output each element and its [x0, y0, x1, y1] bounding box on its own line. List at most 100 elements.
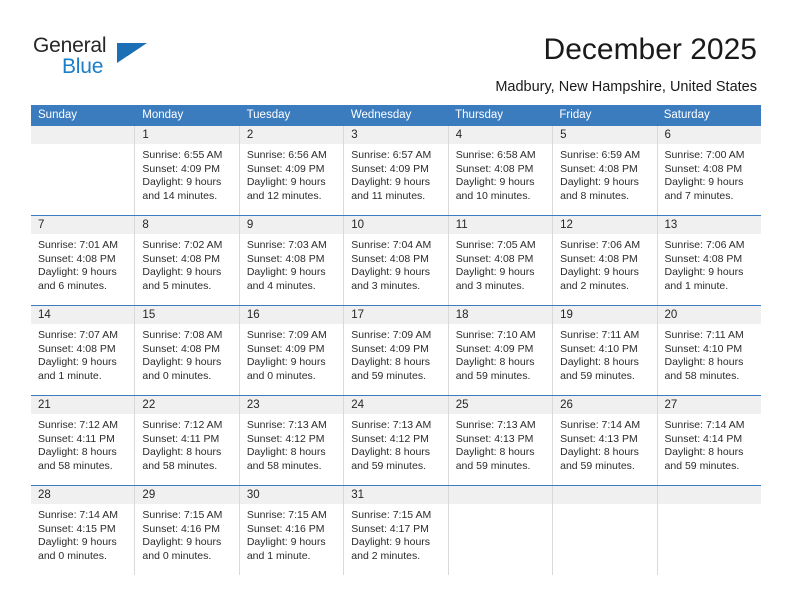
day-number: 4 — [448, 126, 553, 144]
daylight-text-line1: Daylight: 8 hours — [664, 446, 744, 458]
daylight-text-line1: Daylight: 9 hours — [38, 266, 117, 278]
day-number: 16 — [239, 306, 344, 324]
calendar-day-cell[interactable]: 6 Sunrise: 7:00 AM Sunset: 4:08 PM Daylight… — [657, 126, 761, 215]
calendar-day-cell[interactable]: 8 Sunrise: 7:02 AM Sunset: 4:08 PM Daylight… — [135, 216, 240, 305]
day-details: Sunrise: 7:09 AM Sunset: 4:09 PM Daylight:… — [344, 324, 447, 383]
weekday-header-wednesday: Wednesday — [350, 109, 412, 121]
daylight-text-line2: and 2 minutes. — [560, 279, 629, 292]
daylight-text-line1: Daylight: 8 hours — [142, 446, 222, 458]
sunrise-text: Sunrise: 6:57 AM — [351, 149, 432, 161]
day-number: 27 — [657, 396, 761, 414]
calendar-day-cell[interactable]: 22 Sunrise: 7:12 AM Sunset: 4:11 PM Dayligh… — [135, 396, 240, 485]
daylight-text-line1: Daylight: 9 hours — [455, 176, 535, 188]
day-details: Sunrise: 7:01 AM Sunset: 4:08 PM Daylight:… — [31, 234, 134, 293]
calendar-day-cell[interactable]: 20 Sunrise: 7:11 AM Sunset: 4:10 PM Dayligh… — [657, 306, 761, 395]
calendar-day-cell[interactable]: 28 Sunrise: 7:14 AM Sunset: 4:15 PM Dayligh… — [31, 486, 136, 575]
day-details: Sunrise: 7:07 AM Sunset: 4:08 PM Daylight:… — [31, 324, 134, 383]
weekday-header-row: Sunday Monday Tuesday Wednesday Thursday… — [31, 105, 761, 126]
daylight-text-line2: and 14 minutes. — [142, 189, 218, 202]
calendar-day-cell[interactable]: 29 Sunrise: 7:15 AM Sunset: 4:16 PM Dayligh… — [135, 486, 240, 575]
sunrise-text: Sunrise: 7:11 AM — [664, 329, 744, 341]
daylight-text-line2: and 59 minutes. — [560, 459, 635, 472]
day-details: Sunrise: 7:15 AM Sunset: 4:16 PM Daylight:… — [135, 504, 238, 563]
calendar-day-cell[interactable]: 13 Sunrise: 7:06 AM Sunset: 4:08 PM Dayligh… — [657, 216, 761, 305]
sunrise-text: Sunrise: 7:06 AM — [560, 239, 641, 251]
day-details: Sunrise: 6:58 AM Sunset: 4:08 PM Daylight:… — [449, 144, 552, 203]
calendar-day-cell[interactable]: 10 Sunrise: 7:04 AM Sunset: 4:08 PM Dayligh… — [344, 216, 449, 305]
day-number: 23 — [239, 396, 344, 414]
day-details: Sunrise: 7:00 AM Sunset: 4:08 PM Daylight:… — [658, 144, 761, 203]
calendar-day-cell[interactable]: 18 Sunrise: 7:10 AM Sunset: 4:09 PM Dayligh… — [448, 306, 554, 395]
calendar-day-cell[interactable]: 1 Sunrise: 6:55 AM Sunset: 4:09 PM Daylight… — [135, 126, 240, 215]
day-details: Sunrise: 7:12 AM Sunset: 4:11 PM Daylight:… — [31, 414, 134, 473]
calendar-day-cell[interactable]: 4 Sunrise: 6:58 AM Sunset: 4:08 PM Daylight… — [448, 126, 554, 215]
sunrise-text: Sunrise: 7:09 AM — [351, 329, 432, 341]
calendar-day-cell[interactable]: 30 Sunrise: 7:15 AM Sunset: 4:16 PM Dayligh… — [239, 486, 345, 575]
calendar-day-cell[interactable]: 25 Sunrise: 7:13 AM Sunset: 4:13 PM Dayligh… — [448, 396, 554, 485]
calendar-day-cell[interactable]: 17 Sunrise: 7:09 AM Sunset: 4:09 PM Dayligh… — [344, 306, 449, 395]
calendar-day-cell[interactable]: 7 Sunrise: 7:01 AM Sunset: 4:08 PM Daylight… — [31, 216, 136, 305]
daylight-text-line1: Daylight: 9 hours — [560, 266, 639, 278]
calendar-day-cell[interactable]: 11 Sunrise: 7:05 AM Sunset: 4:08 PM Dayligh… — [448, 216, 554, 305]
calendar-day-cell[interactable]: 26 Sunrise: 7:14 AM Sunset: 4:13 PM Dayligh… — [553, 396, 658, 485]
calendar-day-cell[interactable]: 27 Sunrise: 7:14 AM Sunset: 4:14 PM Dayligh… — [657, 396, 761, 485]
weekday-header-monday: Monday — [142, 109, 184, 121]
sunrise-text: Sunrise: 6:58 AM — [455, 149, 536, 161]
calendar-day-cell[interactable]: 5 Sunrise: 6:59 AM Sunset: 4:08 PM Daylight… — [553, 126, 658, 215]
sunrise-text: Sunrise: 7:10 AM — [455, 329, 536, 341]
day-number: 29 — [135, 486, 239, 504]
calendar-day-cell[interactable]: 16 Sunrise: 7:09 AM Sunset: 4:09 PM Dayligh… — [239, 306, 345, 395]
sunrise-text: Sunrise: 7:01 AM — [38, 239, 118, 251]
day-number: 30 — [239, 486, 344, 504]
daylight-text-line1: Daylight: 9 hours — [142, 356, 222, 368]
calendar-day-cell[interactable]: 24 Sunrise: 7:13 AM Sunset: 4:12 PM Dayligh… — [344, 396, 449, 485]
calendar-weeks: 1 Sunrise: 6:55 AM Sunset: 4:09 PM Daylight… — [31, 126, 761, 575]
calendar-day-cell[interactable]: 12 Sunrise: 7:06 AM Sunset: 4:08 PM Dayligh… — [553, 216, 658, 305]
day-number: 20 — [657, 306, 761, 324]
day-details: Sunrise: 6:56 AM Sunset: 4:09 PM Daylight:… — [240, 144, 343, 203]
daylight-text-line2: and 4 minutes. — [246, 279, 316, 292]
daylight-text-line2: and 12 minutes. — [246, 189, 322, 202]
calendar-day-cell-empty — [31, 126, 136, 215]
sunset-text: Sunset: 4:08 PM — [560, 162, 638, 175]
daylight-text-line1: Daylight: 8 hours — [246, 446, 326, 458]
day-details: Sunrise: 7:14 AM Sunset: 4:14 PM Daylight:… — [658, 414, 761, 473]
general-blue-logo[interactable]: General Blue — [33, 34, 163, 82]
sunset-text: Sunset: 4:12 PM — [246, 432, 325, 445]
calendar-day-cell[interactable]: 15 Sunrise: 7:08 AM Sunset: 4:08 PM Dayligh… — [135, 306, 240, 395]
sunset-text: Sunset: 4:08 PM — [38, 342, 116, 355]
sunset-text: Sunset: 4:08 PM — [142, 252, 221, 265]
sunrise-text: Sunrise: 6:59 AM — [560, 149, 641, 161]
sunrise-text: Sunrise: 7:14 AM — [38, 509, 118, 521]
sunrise-text: Sunrise: 7:13 AM — [455, 419, 536, 431]
daylight-text-line1: Daylight: 8 hours — [455, 356, 535, 368]
weekday-header-thursday: Thursday — [455, 109, 504, 121]
sunset-text: Sunset: 4:09 PM — [246, 342, 325, 355]
day-number: 7 — [31, 216, 135, 234]
calendar-day-cell[interactable]: 19 Sunrise: 7:11 AM Sunset: 4:10 PM Dayligh… — [553, 306, 658, 395]
daylight-text-line2: and 6 minutes. — [38, 279, 107, 292]
sunrise-text: Sunrise: 7:00 AM — [664, 149, 745, 161]
day-number — [31, 126, 135, 144]
daylight-text-line2: and 58 minutes. — [246, 459, 322, 472]
calendar-week-row: 7 Sunrise: 7:01 AM Sunset: 4:08 PM Daylight… — [31, 215, 761, 305]
calendar-day-cell[interactable]: 9 Sunrise: 7:03 AM Sunset: 4:08 PM Daylight… — [239, 216, 345, 305]
daylight-text-line1: Daylight: 9 hours — [38, 356, 117, 368]
page-subtitle: Madbury, New Hampshire, United States — [495, 79, 757, 95]
daylight-text-line2: and 8 minutes. — [560, 189, 629, 202]
day-details: Sunrise: 7:11 AM Sunset: 4:10 PM Daylight:… — [553, 324, 656, 383]
sunset-text: Sunset: 4:09 PM — [351, 162, 429, 175]
day-number: 3 — [344, 126, 448, 144]
daylight-text-line1: Daylight: 9 hours — [664, 176, 744, 188]
day-details: Sunrise: 7:05 AM Sunset: 4:08 PM Daylight:… — [449, 234, 552, 293]
calendar-day-cell[interactable]: 31 Sunrise: 7:15 AM Sunset: 4:17 PM Dayligh… — [344, 486, 449, 575]
sunset-text: Sunset: 4:08 PM — [455, 162, 534, 175]
calendar-day-cell[interactable]: 21 Sunrise: 7:12 AM Sunset: 4:11 PM Dayligh… — [31, 396, 136, 485]
daylight-text-line2: and 0 minutes. — [142, 549, 212, 562]
calendar-day-cell[interactable]: 23 Sunrise: 7:13 AM Sunset: 4:12 PM Dayligh… — [239, 396, 345, 485]
calendar-day-cell[interactable]: 2 Sunrise: 6:56 AM Sunset: 4:09 PM Daylight… — [239, 126, 345, 215]
day-number: 18 — [448, 306, 553, 324]
day-number: 22 — [135, 396, 239, 414]
calendar-day-cell[interactable]: 3 Sunrise: 6:57 AM Sunset: 4:09 PM Daylight… — [344, 126, 449, 215]
calendar-day-cell[interactable]: 14 Sunrise: 7:07 AM Sunset: 4:08 PM Dayligh… — [31, 306, 136, 395]
